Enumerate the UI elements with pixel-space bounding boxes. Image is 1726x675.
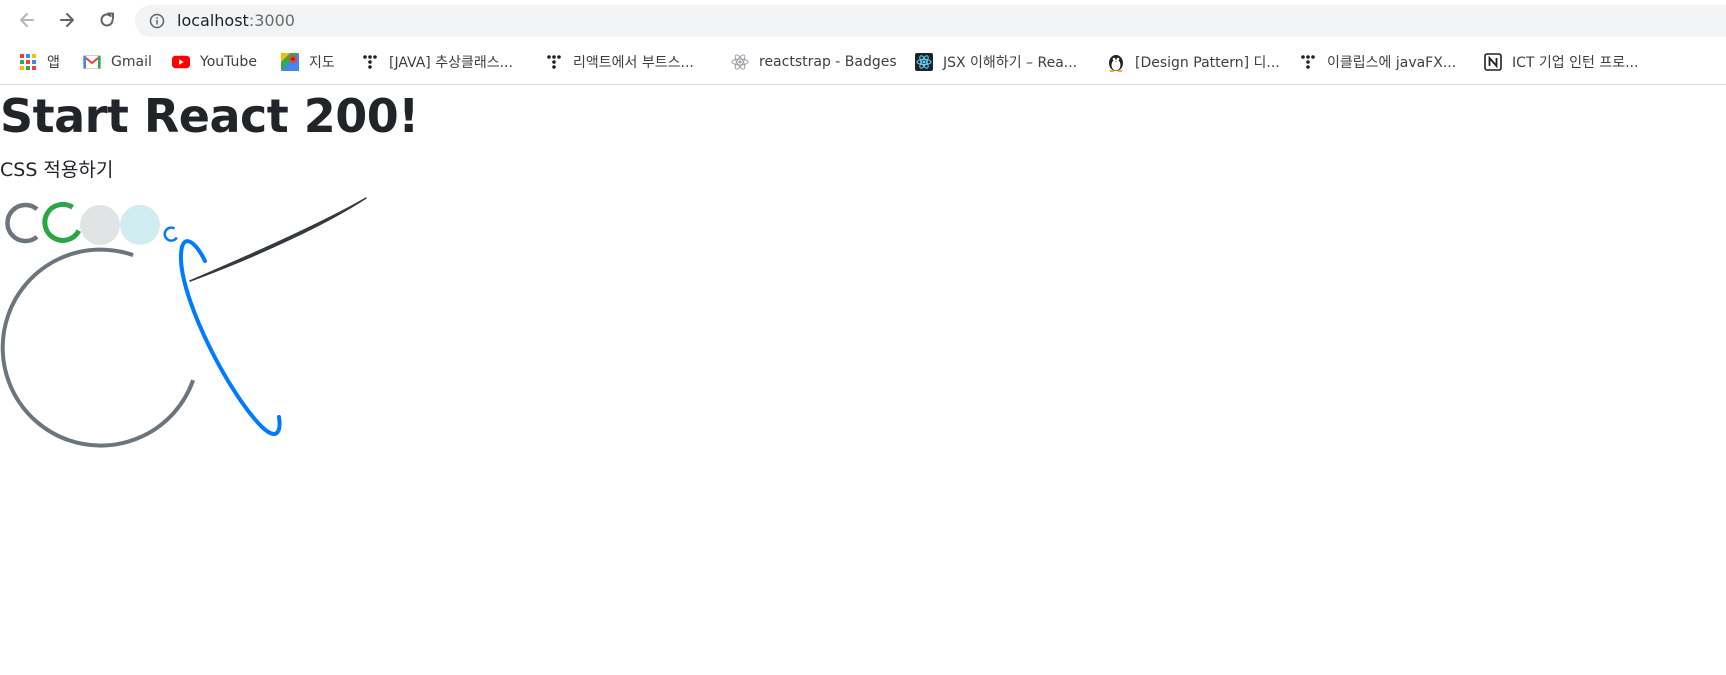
url-host: localhost	[177, 11, 249, 30]
bookmark-label: YouTube	[200, 54, 257, 70]
youtube-icon	[172, 53, 190, 71]
tistory-icon	[1299, 53, 1317, 71]
bookmark-label: JSX 이해하기 – Rea...	[943, 55, 1078, 71]
bookmark-eclipse-javafx[interactable]: 이클립스에 javaFX...	[1299, 50, 1456, 74]
bookmark-jsx[interactable]: JSX 이해하기 – Rea...	[915, 50, 1077, 74]
maps-icon	[281, 53, 299, 71]
forward-arrow-icon	[60, 13, 74, 27]
large-gray-arc	[0, 247, 195, 448]
dark-needle	[189, 197, 367, 282]
bookmark-label: 리액트에서 부트스...	[573, 55, 694, 71]
bookmark-react-bootstrap[interactable]: 리액트에서 부트스...	[545, 50, 694, 74]
bookmark-gmail[interactable]: Gmail	[83, 50, 152, 74]
browser-chrome: localhost:3000 앱 Gmail YouTube 지도 [JAVA]…	[0, 0, 1726, 85]
apps-grid-icon	[19, 53, 37, 71]
bookmark-label: 앱	[47, 55, 60, 71]
tistory-icon	[361, 53, 379, 71]
green-ring	[42, 201, 82, 243]
bookmark-label: reactstrap - Badges	[759, 54, 897, 70]
url-port: :3000	[248, 11, 295, 30]
address-bar[interactable]: localhost:3000	[135, 5, 1726, 37]
browser-toolbar: localhost:3000	[0, 0, 1726, 42]
css-shapes	[0, 197, 367, 448]
back-button[interactable]	[13, 6, 41, 34]
bookmark-label: [Design Pattern] 디...	[1135, 55, 1280, 71]
react-icon	[915, 53, 933, 71]
bookmark-design-pattern[interactable]: [Design Pattern] 디...	[1107, 50, 1280, 74]
bookmark-java-abstract[interactable]: [JAVA] 추상클래스...	[361, 50, 513, 74]
gray-small-ring	[5, 202, 39, 244]
bookmarks-bar: 앱 Gmail YouTube 지도 [JAVA] 추상클래스... 리액트에서…	[0, 46, 1726, 78]
notion-icon	[1484, 53, 1502, 71]
back-arrow-icon	[20, 13, 34, 27]
url-text[interactable]: localhost:3000	[177, 11, 295, 31]
info-icon[interactable]	[149, 13, 165, 29]
forward-button[interactable]	[53, 6, 81, 34]
bookmark-label: [JAVA] 추상클래스...	[389, 55, 513, 71]
bookmark-label: ICT 기업 인턴 프로...	[1512, 55, 1639, 71]
bookmark-label: Gmail	[111, 54, 152, 70]
tiny-blue-ring	[163, 226, 178, 242]
bookmark-label: 이클립스에 javaFX...	[1327, 55, 1457, 71]
react-atom-icon	[731, 53, 749, 71]
penguin-icon	[1107, 53, 1125, 72]
bookmark-ict-intern[interactable]: ICT 기업 인턴 프로...	[1484, 50, 1638, 74]
bookmark-reactstrap-badges[interactable]: reactstrap - Badges	[731, 50, 897, 74]
reload-icon	[100, 12, 114, 27]
light-blue-circle	[120, 205, 160, 245]
tistory-icon	[545, 53, 563, 71]
bookmark-maps[interactable]: 지도	[281, 50, 335, 74]
gmail-icon	[83, 53, 101, 71]
bookmark-youtube[interactable]: YouTube	[172, 50, 257, 74]
page-content: Start React 200! CSS 적용하기	[0, 85, 1726, 675]
reload-button[interactable]	[93, 6, 121, 34]
bookmark-label: 지도	[309, 55, 335, 71]
light-gray-circle	[80, 205, 120, 245]
blue-loop	[178, 239, 282, 436]
bookmark-apps[interactable]: 앱	[19, 50, 60, 74]
